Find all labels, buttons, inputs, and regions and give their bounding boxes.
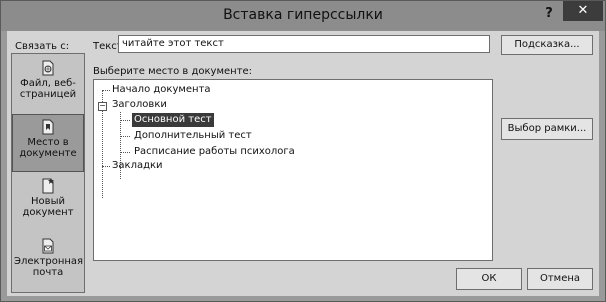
tree-line — [102, 90, 110, 91]
link-to-bar: Файл, веб-страницей Место в документе Но… — [11, 53, 85, 293]
tree-item-heading-selected[interactable]: Основной тест — [132, 113, 214, 127]
help-button[interactable]: ? — [539, 3, 559, 25]
insert-hyperlink-dialog: Вставка гиперссылки ? ✕ Связать с: Текст… — [0, 0, 606, 302]
tree-item-bookmarks[interactable]: Закладки — [112, 159, 163, 173]
file-web-icon — [42, 60, 54, 76]
email-icon — [42, 238, 54, 254]
bookmark-place-icon — [42, 119, 54, 135]
collapse-icon[interactable]: − — [98, 102, 107, 111]
tree-item-heading[interactable]: Дополнительный тест — [134, 129, 252, 143]
tree-line — [120, 120, 130, 121]
link-to-new-document[interactable]: Новый документ — [12, 174, 84, 232]
screentip-button[interactable]: Подсказка... — [501, 35, 593, 55]
dialog-title: Вставка гиперссылки — [223, 7, 383, 23]
link-to-file-web[interactable]: Файл, веб-страницей — [12, 56, 84, 114]
link-to-place-in-document[interactable]: Место в документе — [12, 114, 84, 172]
display-text-input[interactable]: читайте этот текст — [118, 35, 490, 53]
ok-button[interactable]: ОК — [456, 268, 522, 290]
close-button[interactable]: ✕ — [563, 1, 603, 21]
link-to-place-label: Место в документе — [19, 137, 77, 159]
tree-line — [120, 152, 130, 153]
link-to-email-label: Электронная почта — [14, 256, 84, 278]
tree-item-heading[interactable]: Расписание работы психолога — [134, 145, 295, 159]
link-to-new-document-label: Новый документ — [22, 196, 74, 218]
link-to-file-web-label: Файл, веб-страницей — [19, 78, 77, 100]
target-frame-button[interactable]: Выбор рамки... — [501, 118, 593, 140]
tree-line — [102, 166, 110, 167]
new-document-icon — [42, 178, 54, 194]
tree-item-headings[interactable]: Заголовки — [112, 98, 167, 112]
tree-item-top-of-document[interactable]: Начало документа — [112, 83, 211, 97]
link-to-label: Связать с: — [15, 41, 70, 52]
title-bar: Вставка гиперссылки ? ✕ — [1, 1, 605, 31]
cancel-button[interactable]: Отмена — [527, 268, 593, 290]
tree-line — [120, 136, 130, 137]
dialog-body: Связать с: Текст: читайте этот текст Под… — [7, 31, 599, 296]
choose-place-label: Выберите место в документе: — [93, 66, 253, 77]
link-to-email[interactable]: Электронная почта — [12, 234, 84, 292]
document-place-tree[interactable]: Начало документа − Заголовки Основной те… — [93, 79, 493, 261]
